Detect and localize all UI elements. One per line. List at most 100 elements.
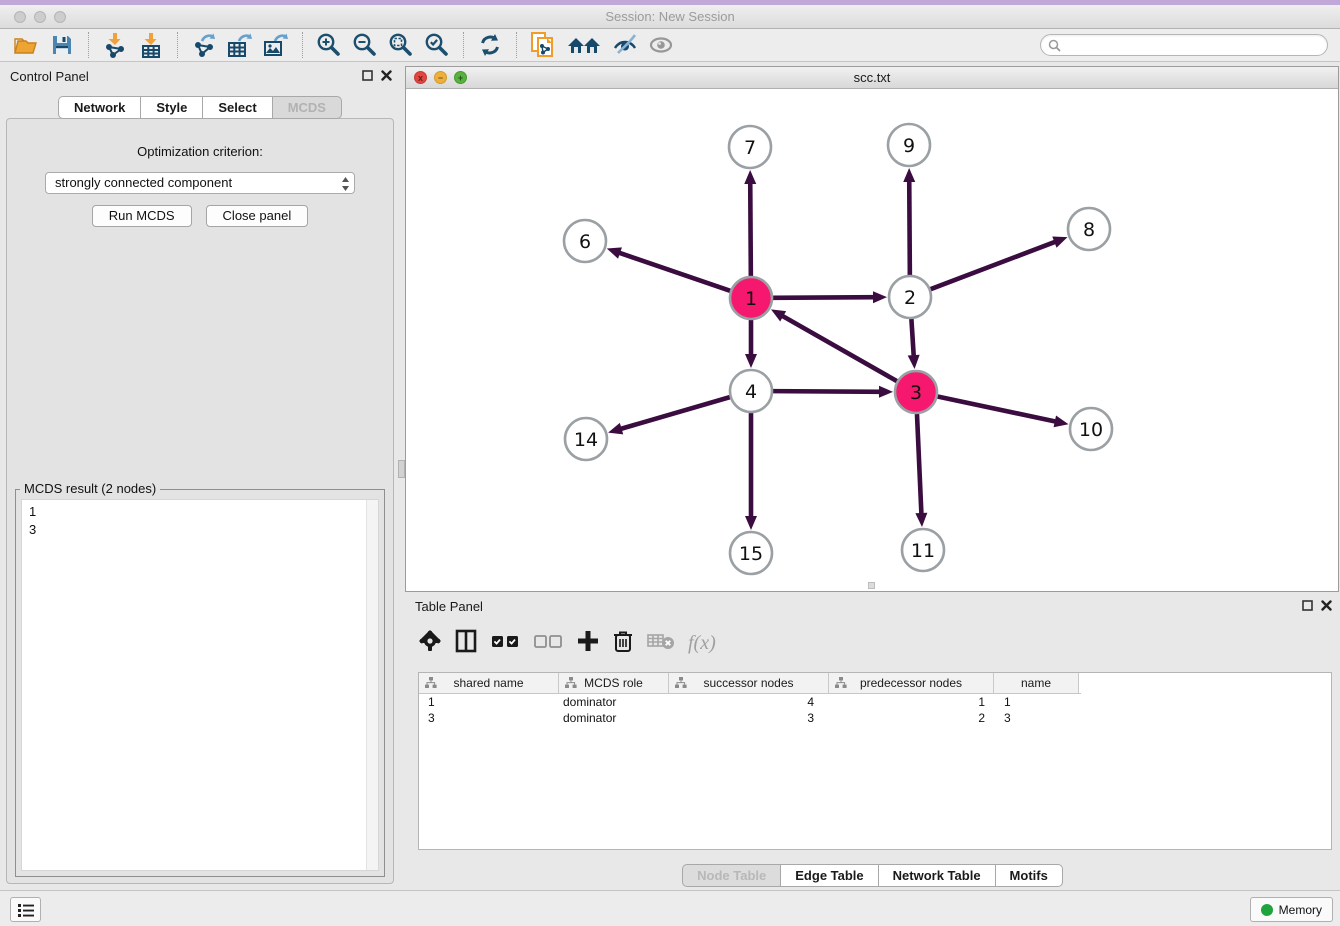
tab-mcds[interactable]: MCDS: [272, 96, 342, 119]
column-header-name[interactable]: name: [994, 673, 1079, 693]
maximize-view-icon[interactable]: +: [454, 71, 467, 84]
clone-network-icon[interactable]: [525, 30, 561, 60]
select-all-icon[interactable]: [491, 634, 521, 653]
show-panels-button[interactable]: [10, 897, 41, 922]
hide-selected-icon[interactable]: [607, 30, 643, 60]
graph-edge[interactable]: [781, 315, 897, 381]
graph-edge-arrowhead: [1054, 415, 1069, 427]
delete-column-icon[interactable]: [612, 629, 634, 658]
zoom-out-icon[interactable]: [347, 30, 383, 60]
scrollbar[interactable]: [366, 500, 378, 870]
table-cell[interactable]: dominator: [559, 694, 669, 710]
graph-edge[interactable]: [909, 179, 910, 275]
table-cell[interactable]: 3: [669, 710, 829, 726]
network-view-window: x − + scc.txt 7968124314101511: [405, 66, 1339, 592]
column-header-mcds-role[interactable]: MCDS role: [559, 673, 669, 693]
network-canvas[interactable]: 7968124314101511: [406, 89, 1338, 591]
node-table[interactable]: shared name MCDS role successor nodes pr…: [418, 672, 1332, 850]
control-panel-tabs: Network Style Select MCDS: [0, 96, 400, 119]
graph-node-label: 10: [1079, 419, 1103, 441]
search-field[interactable]: [1040, 34, 1328, 56]
table-cell[interactable]: 2: [829, 710, 994, 726]
column-header-shared-name[interactable]: shared name: [419, 673, 559, 693]
toolbar-separator: [302, 32, 303, 58]
close-window-icon[interactable]: [14, 11, 26, 23]
network-window-titlebar[interactable]: x − + scc.txt: [406, 67, 1338, 89]
maximize-window-icon[interactable]: [54, 11, 66, 23]
graph-edge[interactable]: [911, 319, 913, 358]
table-panel: Table Panel f(x) shared name: [405, 592, 1340, 890]
graph-edge[interactable]: [617, 252, 730, 291]
graph-edge[interactable]: [773, 297, 876, 298]
close-panel-icon[interactable]: [1321, 600, 1332, 611]
network-view-title: scc.txt: [406, 67, 1338, 88]
close-panel-button[interactable]: Close panel: [206, 205, 309, 227]
mcds-result-textarea[interactable]: 13: [21, 499, 379, 871]
export-table-icon[interactable]: [222, 30, 258, 60]
show-all-icon[interactable]: [643, 30, 679, 60]
tab-edge-table[interactable]: Edge Table: [780, 864, 877, 887]
apply-layout-icon[interactable]: [472, 30, 508, 60]
tab-network[interactable]: Network: [58, 96, 140, 119]
first-neighbors-icon[interactable]: [561, 30, 607, 60]
mcds-result-title: MCDS result (2 nodes): [20, 481, 160, 496]
tab-style[interactable]: Style: [140, 96, 202, 119]
import-table-icon[interactable]: [133, 30, 169, 60]
column-header-predecessor-nodes[interactable]: predecessor nodes: [829, 673, 994, 693]
graph-edge[interactable]: [619, 397, 730, 429]
minimize-window-icon[interactable]: [34, 11, 46, 23]
graph-node-label: 4: [745, 381, 757, 403]
mcds-result-line: 3: [29, 521, 371, 539]
open-session-icon[interactable]: [8, 30, 44, 60]
graph-edge[interactable]: [938, 397, 1058, 422]
column-visibility-icon[interactable]: [454, 629, 478, 658]
table-cell[interactable]: 1: [829, 694, 994, 710]
panel-splitter-handle[interactable]: [398, 460, 405, 478]
save-session-icon[interactable]: [44, 30, 80, 60]
toolbar-separator: [177, 32, 178, 58]
table-cell[interactable]: 1: [994, 694, 1079, 710]
minimize-view-icon[interactable]: −: [434, 71, 447, 84]
control-panel-title: Control Panel: [10, 69, 89, 84]
tab-node-table[interactable]: Node Table: [682, 864, 780, 887]
table-cell[interactable]: dominator: [559, 710, 669, 726]
export-network-icon[interactable]: [186, 30, 222, 60]
equation-builder-icon[interactable]: f(x): [688, 632, 716, 655]
table-cell[interactable]: 1: [419, 694, 559, 710]
table-cell[interactable]: 4: [669, 694, 829, 710]
run-mcds-button[interactable]: Run MCDS: [92, 205, 192, 227]
delete-table-icon[interactable]: [647, 632, 675, 655]
zoom-fit-icon[interactable]: [383, 30, 419, 60]
column-header-successor-nodes[interactable]: successor nodes: [669, 673, 829, 693]
float-panel-icon[interactable]: [1302, 600, 1313, 611]
table-cell[interactable]: 3: [419, 710, 559, 726]
graph-node-label: 7: [744, 137, 756, 159]
table-cell[interactable]: 3: [994, 710, 1079, 726]
import-network-icon[interactable]: [97, 30, 133, 60]
graph-node-label: 11: [911, 540, 935, 562]
graph-edge-arrowhead: [915, 513, 927, 527]
close-view-icon[interactable]: x: [414, 71, 427, 84]
graph-edge[interactable]: [917, 414, 922, 516]
criterion-dropdown[interactable]: strongly connected component: [45, 172, 355, 194]
memory-button[interactable]: Memory: [1250, 897, 1333, 922]
float-panel-icon[interactable]: [362, 70, 373, 81]
deselect-all-icon[interactable]: [534, 634, 564, 653]
zoom-selected-icon[interactable]: [419, 30, 455, 60]
graph-edge-arrowhead: [608, 423, 623, 435]
tab-motifs[interactable]: Motifs: [995, 864, 1063, 887]
table-row[interactable]: 3dominator323: [419, 710, 1081, 726]
resize-handle[interactable]: [868, 582, 875, 589]
export-image-icon[interactable]: [258, 30, 294, 60]
table-options-icon[interactable]: [419, 630, 441, 657]
close-panel-icon[interactable]: [381, 70, 392, 81]
zoom-in-icon[interactable]: [311, 30, 347, 60]
graph-edge[interactable]: [931, 241, 1058, 289]
search-input[interactable]: [1066, 38, 1320, 53]
add-column-icon[interactable]: [577, 630, 599, 657]
graph-edge[interactable]: [750, 181, 751, 276]
graph-edge[interactable]: [773, 391, 882, 392]
tab-network-table[interactable]: Network Table: [878, 864, 995, 887]
table-row[interactable]: 1dominator411: [419, 694, 1081, 710]
tab-select[interactable]: Select: [202, 96, 271, 119]
